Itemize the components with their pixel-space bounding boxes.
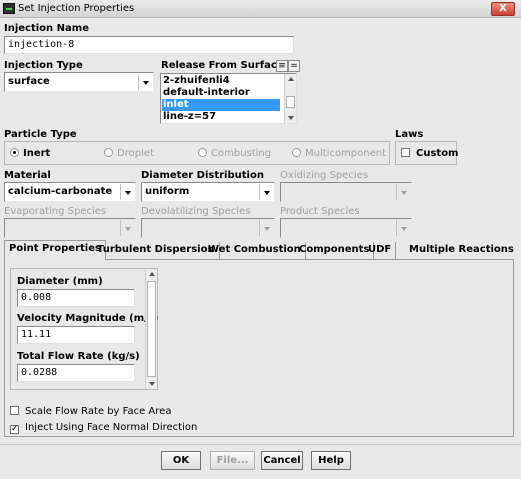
list-item[interactable]: 2-zhuifenli4 — [163, 75, 230, 87]
deselect-all-button[interactable]: = — [288, 60, 300, 72]
tab-udf[interactable]: UDF — [364, 242, 397, 260]
diameter-distribution-dropdown[interactable]: uniform — [141, 182, 275, 202]
injection-name-input[interactable]: injection-8 — [4, 36, 294, 54]
oxidizing-species-label: Oxidizing Species — [280, 170, 369, 181]
ok-button[interactable]: OK — [161, 451, 201, 470]
tab-multiple-reactions[interactable]: Multiple Reactions — [405, 242, 518, 260]
close-button[interactable]: X — [491, 2, 515, 16]
point-properties-scrollbar[interactable] — [145, 269, 157, 389]
chevron-down-icon — [120, 184, 134, 200]
material-value: calcium-carbonate — [8, 186, 113, 197]
list-scrollbar[interactable] — [284, 74, 296, 123]
particle-type-label: Particle Type — [4, 129, 77, 140]
diameter-label: Diameter (mm) — [17, 276, 103, 287]
evaporating-species-dropdown[interactable] — [4, 218, 136, 238]
window-title: Set Injection Properties — [18, 3, 135, 14]
radio-droplet[interactable]: Droplet — [104, 148, 154, 159]
release-surfaces-label: Release From Surfaces — [161, 60, 290, 71]
tab-point-properties[interactable]: Point Properties — [4, 240, 106, 260]
product-species-label: Product Species — [280, 206, 360, 217]
chevron-down-icon — [138, 74, 152, 90]
tab-turbulent-dispersion[interactable]: Turbulent Dispersion — [93, 242, 220, 260]
injection-type-label: Injection Type — [4, 60, 83, 71]
injection-name-label: Injection Name — [4, 23, 89, 34]
chevron-down-icon — [396, 184, 410, 200]
devolatilizing-species-label: Devolatilizing Species — [141, 206, 251, 217]
list-item[interactable]: line-z=57 — [163, 111, 216, 123]
diameter-distribution-label: Diameter Distribution — [141, 170, 264, 181]
laws-label: Laws — [395, 129, 424, 140]
chevron-down-icon — [396, 220, 410, 236]
divider — [0, 444, 521, 445]
radio-combusting[interactable]: Combusting — [198, 148, 271, 159]
chevron-down-icon — [259, 220, 273, 236]
scroll-thumb[interactable] — [147, 281, 156, 377]
release-surfaces-list[interactable]: 2-zhuifenli4 default-interior inlet line… — [160, 73, 297, 124]
chevron-down-icon — [259, 184, 273, 200]
scale-flow-rate-checkbox[interactable]: Scale Flow Rate by Face Area — [10, 406, 171, 417]
injection-type-value: surface — [8, 76, 50, 87]
injection-type-dropdown[interactable]: surface — [4, 72, 154, 92]
scroll-up-icon[interactable] — [285, 74, 296, 84]
select-all-button[interactable]: ≡ — [276, 60, 288, 72]
oxidizing-species-dropdown[interactable] — [280, 182, 412, 202]
total-flow-rate-input[interactable]: 0.0288 — [17, 364, 135, 382]
title-bar: Set Injection Properties X — [0, 0, 521, 18]
scroll-up-icon[interactable] — [146, 269, 157, 279]
radio-inert[interactable]: Inert — [10, 148, 50, 159]
scroll-down-icon[interactable] — [146, 379, 157, 389]
list-item[interactable]: default-interior — [163, 87, 250, 99]
inject-normal-checkbox[interactable]: ✓ Inject Using Face Normal Direction — [10, 422, 197, 434]
scroll-down-icon[interactable] — [285, 113, 296, 123]
velocity-magnitude-label: Velocity Magnitude (m/s) — [17, 313, 159, 324]
file-button[interactable]: File... — [210, 451, 255, 470]
diameter-input[interactable]: 0.008 — [17, 289, 135, 307]
list-item-selected[interactable]: inlet — [162, 99, 280, 111]
material-label: Material — [4, 170, 51, 181]
total-flow-rate-label: Total Flow Rate (kg/s) — [17, 351, 140, 362]
evaporating-species-label: Evaporating Species — [4, 206, 107, 217]
diameter-distribution-value: uniform — [145, 186, 190, 197]
product-species-dropdown[interactable] — [280, 218, 412, 238]
checkmark-icon: ✓ — [10, 424, 19, 434]
custom-laws-checkbox[interactable]: Custom — [401, 148, 458, 159]
tab-wet-combustion[interactable]: Wet Combustion — [204, 242, 306, 260]
material-dropdown[interactable]: calcium-carbonate — [4, 182, 136, 202]
cancel-button[interactable]: Cancel — [261, 451, 303, 470]
app-icon — [3, 3, 15, 14]
chevron-down-icon — [120, 220, 134, 236]
scroll-thumb[interactable] — [286, 96, 295, 108]
radio-multicomponent[interactable]: Multicomponent — [292, 148, 386, 159]
help-button[interactable]: Help — [311, 451, 351, 470]
tab-components[interactable]: Components — [295, 242, 375, 260]
devolatilizing-species-dropdown[interactable] — [141, 218, 275, 238]
velocity-magnitude-input[interactable]: 11.11 — [17, 326, 135, 344]
